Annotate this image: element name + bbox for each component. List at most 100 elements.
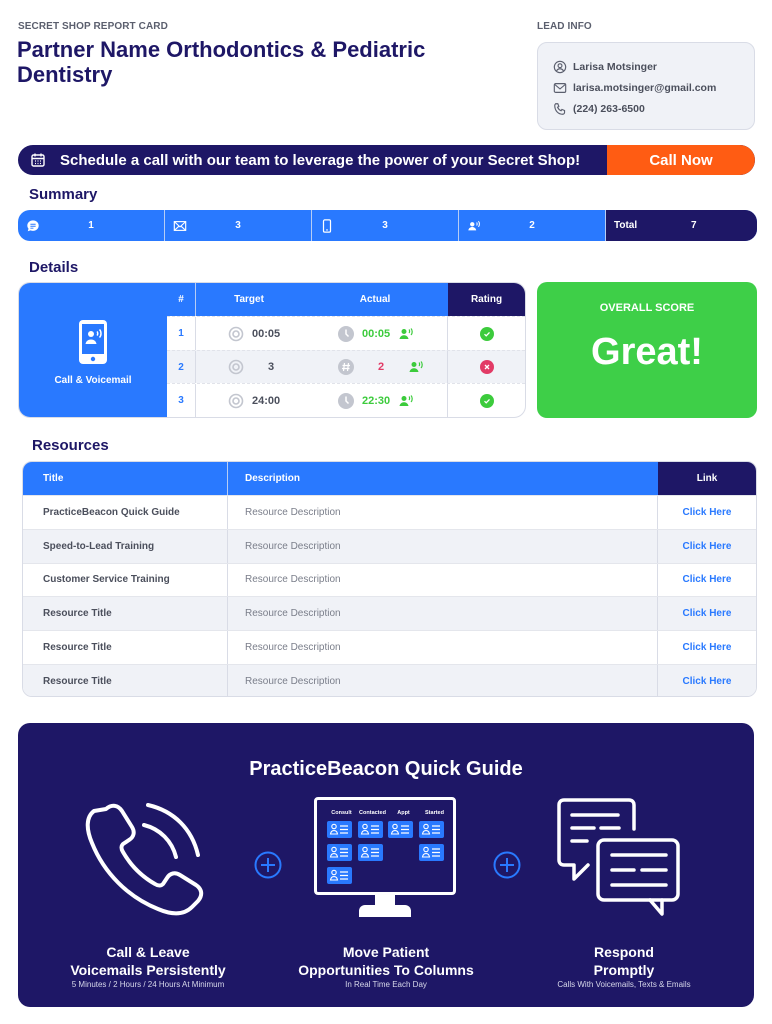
table-row: Speed-to-Lead Training Resource Descript… [23,528,756,563]
hash-icon [338,359,354,376]
guide-step-heading: Call & Leave [106,944,190,960]
resource-title: Resource Title [23,664,228,696]
contact-card-icon [358,821,383,838]
details-card: Call & Voicemail # Target Actual Rating … [18,282,526,418]
guide-step-call: Call & Leave Voicemails Persistently 5 M… [28,943,268,989]
lead-name-row: Larisa Motsinger [553,56,754,77]
details-heading: Details [29,259,79,276]
monitor-base [359,905,411,917]
col-header-link: Link [658,462,756,495]
phone-ringing-icon [85,803,204,916]
summary-voicemails-count: 2 [529,220,535,231]
summary-emails-count: 3 [235,220,241,231]
target-value: 3 [267,361,275,374]
table-row: Resource Title Resource Description Clic… [23,630,756,664]
guide-step-heading: Opportunities To Columns [298,962,474,978]
report-eyebrow: SECRET SHOP REPORT CARD [18,21,168,32]
voicemail-icon [409,361,423,373]
chat-bubbles-icon [557,798,680,916]
plus-circle-icon [254,851,282,879]
contact-card-icon [388,821,413,838]
overall-score-value: Great! [591,331,703,373]
resource-description: Resource Description [228,529,658,563]
resource-link[interactable]: Click Here [658,564,756,597]
actual-cell: 2 [302,350,448,384]
summary-emails: 3 [165,210,312,241]
col-header-rating: Rating [448,283,525,317]
monitor-screen: Consult Contacted Appt Started [314,797,456,895]
resource-description: Resource Description [228,496,658,529]
call-now-button[interactable]: Call Now [607,145,755,175]
board-column-appt: Appt [397,810,410,816]
resource-link[interactable]: Click Here [658,631,756,664]
actual-value: 00:05 [362,327,391,340]
guide-step-heading: Promptly [593,962,655,978]
summary-total: Total 7 [606,210,757,241]
summary-voicemails: 2 [459,210,606,241]
summary-bar: 1 3 3 2 Total 7 [18,210,757,241]
rating-cell [448,384,525,417]
guide-step-heading: Voicemails Persistently [70,962,226,978]
contact-card-icon [327,844,352,861]
voicemail-icon [399,327,413,339]
table-row: PracticeBeacon Quick Guide Resource Desc… [23,495,756,529]
target-icon [228,326,244,342]
kanban-monitor-illustration: Consult Contacted Appt Started [314,797,456,919]
row-number: 2 [167,350,196,384]
target-value: 24:00 [252,394,281,407]
board-column-started: Started [425,810,444,816]
cta-message: Schedule a call with our team to leverag… [60,151,581,169]
target-value: 00:05 [252,327,281,340]
lead-info-label: LEAD INFO [537,21,592,32]
table-row: Resource Title Resource Description Clic… [23,596,756,631]
actual-cell: 22:30 [302,384,448,417]
resource-link[interactable]: Click Here [658,530,756,563]
target-icon [228,393,244,409]
lead-phone-row: (224) 263-6500 [553,98,754,119]
user-circle-icon [553,60,567,73]
board-column-labels: Consult Contacted Appt Started [326,810,450,816]
pass-check-icon [479,326,494,341]
resource-title: Resource Title [23,597,228,631]
resource-title: Resource Title [23,631,228,664]
target-icon [228,359,244,375]
phone-icon [554,102,566,115]
resource-description: Resource Description [228,597,658,631]
details-category: Call & Voicemail [19,283,167,417]
col-header-num: # [167,283,196,317]
overall-score-label: OVERALL SCORE [599,302,695,314]
guide-step-subtext: Calls With Voicemails, Texts & Emails [557,980,691,989]
col-header-actual: Actual [302,283,448,317]
lead-email[interactable]: larisa.motsinger@gmail.com [573,82,716,94]
voicemail-icon [399,394,413,406]
target-cell: 3 [196,351,302,384]
guide-step-heading: Move Patient [342,944,430,960]
resource-link[interactable]: Click Here [658,665,756,696]
lead-name: Larisa Motsinger [573,60,658,73]
target-cell: 00:05 [196,317,302,350]
contact-card-icon [419,821,444,838]
board-column-consult: Consult [331,810,352,816]
resource-link[interactable]: Click Here [658,597,756,630]
overall-score-card: OVERALL SCORE Great! [537,282,757,418]
guide-step-heading: Respond [594,944,654,960]
table-row: Resource Title Resource Description Clic… [23,663,756,696]
resource-description: Resource Description [228,664,658,696]
summary-total-label: Total [614,220,638,231]
page-title: Partner Name Orthodontics & Pediatric De… [17,37,426,87]
resource-link[interactable]: Click Here [658,496,756,529]
target-cell: 24:00 [196,384,302,417]
lead-phone[interactable]: (224) 263-6500 [573,103,645,115]
table-row: Customer Service Training Resource Descr… [23,562,756,597]
details-row: 1 00:05 00:05 [167,316,525,350]
rating-cell [448,317,525,350]
calendar-icon [31,153,45,167]
summary-texts: 1 [18,210,165,241]
resource-title: Speed-to-Lead Training [23,529,228,563]
row-number: 1 [167,317,196,350]
summary-total-value: 7 [691,220,697,231]
contact-card-icon [327,867,352,884]
lead-email-row: larisa.motsinger@gmail.com [553,77,754,98]
summary-heading: Summary [29,186,98,203]
fail-x-icon [479,360,494,375]
